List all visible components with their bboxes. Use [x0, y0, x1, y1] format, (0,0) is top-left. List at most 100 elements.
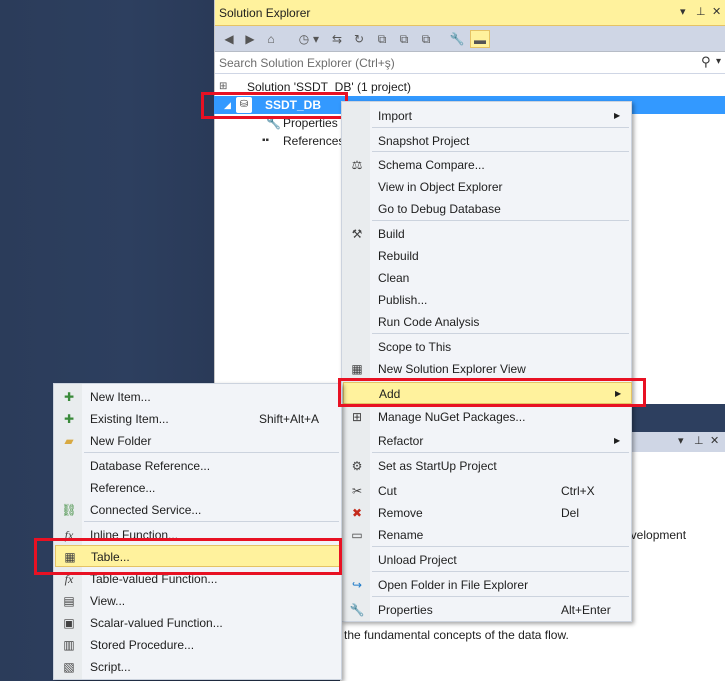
schema-compare-icon: ⚖ — [351, 158, 363, 172]
search-icon[interactable]: ⚲ — [701, 54, 711, 70]
pin-icon[interactable]: ⊥ — [694, 434, 704, 447]
menu-separator — [372, 151, 629, 152]
menu-item-table-valued-function[interactable]: fx Table-valued Function... — [55, 568, 342, 590]
menu-item-label: Run Code Analysis — [378, 315, 480, 329]
background-text-right: evelopment — [624, 528, 687, 542]
menu-item-refactor[interactable]: Refactor ▶ — [343, 430, 632, 452]
forward-icon[interactable]: ▶ — [241, 30, 259, 48]
collapse-all-icon[interactable]: ⧉ — [373, 30, 391, 48]
menu-item-script[interactable]: ▧ Script... — [55, 656, 342, 678]
menu-item-label: Schema Compare... — [378, 158, 485, 172]
menu-item-open-folder-in-file-explorer[interactable]: ↪ Open Folder in File Explorer — [343, 574, 632, 596]
project-highlight-box — [201, 92, 348, 119]
menu-item-go-to-debug-database[interactable]: Go to Debug Database — [343, 198, 632, 220]
menu-item-new-folder[interactable]: ▰ New Folder — [55, 430, 342, 452]
close-icon[interactable]: ✕ — [710, 434, 719, 447]
menu-item-label: View... — [90, 594, 126, 608]
menu-item-table[interactable]: ▦ Table... — [55, 545, 342, 567]
menu-item-label: Reference... — [90, 481, 156, 495]
menu-item-label: New Solution Explorer View — [378, 362, 526, 376]
menu-item-shortcut: Del — [561, 506, 580, 520]
menu-item-label: View in Object Explorer — [378, 180, 503, 194]
menu-item-connected-service[interactable]: ⛓ Connected Service... — [55, 499, 342, 521]
menu-item-scalar-valued-function[interactable]: ▣ Scalar-valued Function... — [55, 612, 342, 634]
references-icon: ▪▪ — [262, 135, 270, 146]
search-box[interactable]: Search Solution Explorer (Ctrl+ş) ⚲ ▾ — [215, 52, 725, 74]
menu-item-publish[interactable]: Publish... — [343, 289, 632, 311]
menu-item-label: Build — [378, 227, 405, 241]
sync-icon[interactable]: ⇆ — [328, 30, 346, 48]
menu-item-rename[interactable]: ▭ Rename — [343, 524, 632, 546]
pin-icon[interactable]: ⊥ — [696, 5, 706, 18]
home-icon[interactable]: ⌂ — [262, 30, 280, 48]
new-folder-icon: ▰ — [64, 434, 74, 448]
new-view-icon: ▦ — [351, 362, 363, 376]
menu-item-view[interactable]: ▤ View... — [55, 590, 342, 612]
dropdown-icon[interactable]: ▾ — [678, 434, 684, 447]
menu-item-shortcut: Alt+Enter — [561, 603, 611, 617]
add-submenu: ✚ New Item... ✚ Existing Item... Shift+Alt+A… — [53, 383, 342, 680]
menu-item-shortcut: Shift+Alt+A — [259, 412, 320, 426]
menu-item-label: New Item... — [90, 390, 151, 404]
search-options-icon[interactable]: ▾ — [716, 56, 721, 67]
menu-item-remove[interactable]: ✖ Remove Del — [343, 502, 632, 524]
existing-item-icon: ✚ — [63, 412, 75, 426]
menu-item-properties[interactable]: 🔧 Properties Alt+Enter — [343, 599, 632, 621]
solution-explorer-toolbar: ◀ ▶ ⌂ ◷ ▾ ⇆ ↻ ⧉ ⧉ ⧉ 🔧 ▬ — [215, 26, 725, 52]
background-text-bottom: the fundamental concepts of the data flo… — [344, 628, 569, 642]
menu-item-schema-compare[interactable]: ⚖ Schema Compare... — [343, 154, 632, 176]
menu-item-unload-project[interactable]: Unload Project — [343, 549, 632, 571]
menu-item-scope-to-this[interactable]: Scope to This — [343, 336, 632, 358]
menu-item-rebuild[interactable]: Rebuild — [343, 245, 632, 267]
menu-item-snapshot-project[interactable]: Snapshot Project — [343, 130, 632, 152]
menu-item-label: Connected Service... — [90, 503, 202, 517]
show-all-files-icon[interactable]: ⧉ — [395, 30, 413, 48]
remove-icon: ✖ — [351, 506, 363, 520]
menu-item-inline-function[interactable]: fx Inline Function... — [55, 524, 342, 546]
menu-item-manage-nuget-packages[interactable]: ⊞ Manage NuGet Packages... — [343, 406, 632, 428]
lower-panel-title-bar: ▾ ⊥ ✕ — [630, 432, 725, 452]
menu-item-view-in-object-explorer[interactable]: View in Object Explorer — [343, 176, 632, 198]
menu-item-label: Refactor — [378, 434, 424, 448]
menu-item-build[interactable]: ⚒ Build — [343, 223, 632, 245]
preview-icon[interactable]: ▬ — [470, 30, 490, 48]
menu-item-clean[interactable]: Clean — [343, 267, 632, 289]
menu-item-set-as-startup-project[interactable]: ⚙ Set as StartUp Project — [343, 455, 632, 477]
solution-explorer-title-bar: Solution Explorer ▾ ⊥ ✕ — [215, 0, 725, 26]
menu-item-label: New Folder — [90, 434, 152, 448]
build-icon: ⚒ — [351, 227, 363, 241]
menu-item-run-code-analysis[interactable]: Run Code Analysis — [343, 311, 632, 333]
menu-item-label: Database Reference... — [90, 459, 211, 473]
menu-item-database-reference[interactable]: Database Reference... — [55, 455, 342, 477]
chevron-down-icon[interactable]: ▾ — [311, 30, 321, 48]
close-icon[interactable]: ✕ — [712, 5, 721, 18]
menu-item-new-solution-explorer-view[interactable]: ▦ New Solution Explorer View — [343, 358, 632, 380]
menu-item-label: Script... — [90, 660, 131, 674]
submenu-arrow-icon: ▶ — [615, 389, 622, 398]
search-input[interactable]: Search Solution Explorer (Ctrl+ş) — [219, 56, 395, 70]
copy-icon[interactable]: ⧉ — [417, 30, 435, 48]
menu-item-import[interactable]: Import ▶ — [343, 105, 632, 127]
project-context-menu: Import ▶ Snapshot Project ⚖ Schema Compare..… — [341, 101, 632, 622]
dropdown-icon[interactable]: ▾ — [680, 5, 686, 18]
menu-item-label: Stored Procedure... — [90, 638, 195, 652]
menu-item-existing-item[interactable]: ✚ Existing Item... Shift+Alt+A — [55, 408, 342, 430]
function-icon: fx — [64, 572, 74, 586]
menu-item-add[interactable]: Add ▶ — [343, 382, 632, 404]
submenu-arrow-icon: ▶ — [614, 111, 621, 120]
menu-item-label: Snapshot Project — [378, 134, 470, 148]
menu-item-cut[interactable]: ✂ Cut Ctrl+X — [343, 480, 632, 502]
solution-explorer-title: Solution Explorer — [219, 6, 311, 20]
refresh-icon[interactable]: ↻ — [350, 30, 368, 48]
menu-item-label: Existing Item... — [90, 412, 169, 426]
wrench-icon: 🔧 — [349, 603, 365, 617]
menu-item-new-item[interactable]: ✚ New Item... — [55, 386, 342, 408]
menu-item-label: Manage NuGet Packages... — [378, 410, 526, 424]
menu-item-stored-procedure[interactable]: ▥ Stored Procedure... — [55, 634, 342, 656]
panel-separator — [630, 404, 725, 432]
menu-item-reference[interactable]: Reference... — [55, 477, 342, 499]
back-icon[interactable]: ◀ — [220, 30, 238, 48]
wrench-icon[interactable]: 🔧 — [448, 30, 466, 48]
menu-item-label: Publish... — [378, 293, 428, 307]
references-label: References — [283, 134, 345, 148]
